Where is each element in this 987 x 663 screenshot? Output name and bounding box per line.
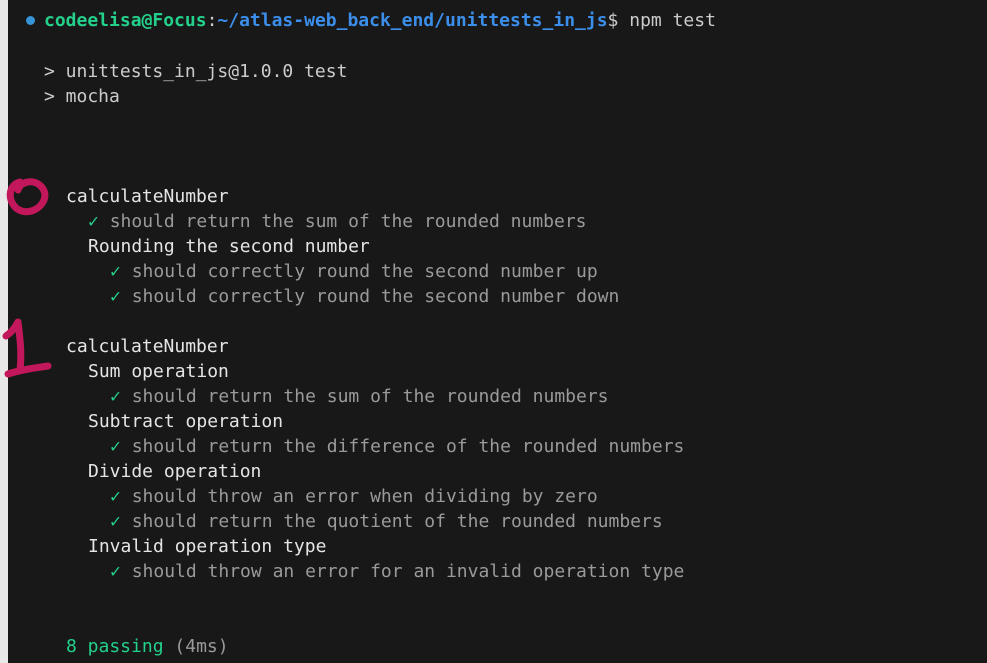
prompt-user-host: codeelisa@Focus bbox=[44, 10, 207, 31]
handwritten-one-annotation bbox=[2, 318, 52, 378]
test-title: should throw an error for an invalid ope… bbox=[131, 561, 685, 582]
command-status-dot-icon[interactable] bbox=[26, 16, 35, 25]
test-result-row: ✓ should correctly round the second numb… bbox=[110, 284, 619, 309]
test-result-row: ✓ should return the sum of the rounded n… bbox=[110, 384, 609, 409]
check-icon: ✓ bbox=[88, 211, 99, 232]
test-title: should correctly round the second number… bbox=[131, 286, 620, 307]
check-icon: ✓ bbox=[110, 261, 121, 282]
subsuite-title: Divide operation bbox=[88, 461, 262, 482]
test-title: should return the sum of the rounded num… bbox=[131, 386, 609, 407]
prompt-colon: : bbox=[206, 10, 218, 31]
test-result-row: ✓ should return the quotient of the roun… bbox=[110, 509, 663, 534]
test-title: should return the difference of the roun… bbox=[131, 436, 685, 457]
test-title: should return the sum of the rounded num… bbox=[109, 211, 587, 232]
prompt-command: npm test bbox=[618, 10, 716, 31]
suite-title: calculateNumber bbox=[66, 336, 229, 357]
prompt-line: codeelisa@Focus:~/atlas-web_back_end/uni… bbox=[44, 8, 716, 33]
check-icon: ✓ bbox=[110, 486, 121, 507]
test-result-row: ✓ should throw an error when dividing by… bbox=[110, 484, 598, 509]
check-icon: ✓ bbox=[110, 386, 121, 407]
script-line: > mocha bbox=[44, 86, 120, 107]
suite-title: calculateNumber bbox=[66, 186, 229, 207]
subsuite-title: Sum operation bbox=[88, 361, 229, 382]
terminal-panel[interactable]: codeelisa@Focus:~/atlas-web_back_end/uni… bbox=[8, 0, 987, 663]
passing-count: 8 passing bbox=[66, 636, 164, 657]
test-summary: 8 passing (4ms) bbox=[66, 634, 229, 659]
test-title: should return the quotient of the rounde… bbox=[131, 511, 663, 532]
test-result-row: ✓ should return the sum of the rounded n… bbox=[88, 209, 587, 234]
test-result-row: ✓ should return the difference of the ro… bbox=[110, 434, 684, 459]
test-duration: (4ms) bbox=[174, 636, 229, 657]
test-title: should throw an error when dividing by z… bbox=[131, 486, 598, 507]
subsuite-title: Invalid operation type bbox=[88, 536, 327, 557]
test-title: should correctly round the second number… bbox=[131, 261, 598, 282]
prompt-dollar: $ bbox=[607, 10, 619, 31]
prompt-path: ~/atlas-web_back_end/unittests_in_js bbox=[217, 10, 608, 31]
check-icon: ✓ bbox=[110, 511, 121, 532]
script-line: > unittests_in_js@1.0.0 test bbox=[44, 61, 348, 82]
check-icon: ✓ bbox=[110, 286, 121, 307]
handwritten-zero-annotation bbox=[6, 178, 49, 216]
check-icon: ✓ bbox=[110, 561, 121, 582]
test-result-row: ✓ should correctly round the second numb… bbox=[110, 259, 598, 284]
check-icon: ✓ bbox=[110, 436, 121, 457]
subsuite-title: Rounding the second number bbox=[88, 236, 370, 257]
test-result-row: ✓ should throw an error for an invalid o… bbox=[110, 559, 684, 584]
subsuite-title: Subtract operation bbox=[88, 411, 284, 432]
